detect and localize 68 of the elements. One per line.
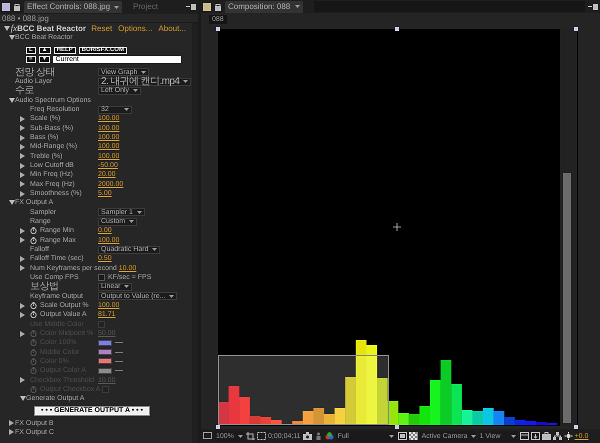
crop-icon[interactable] [246,432,255,440]
twirl-down-icon[interactable] [4,26,10,32]
dropdown-caret-icon [388,434,394,438]
twirl-right-icon[interactable] [9,420,14,426]
dropdown-caret-icon[interactable] [295,5,300,8]
bounds-handle[interactable] [574,425,578,429]
monitor-icon[interactable] [203,432,212,440]
flowchart-icon[interactable] [552,432,562,440]
dropdown-caret-icon [471,434,476,438]
stopwatch-icon[interactable] [30,302,37,310]
effect-link[interactable]: Reset [91,22,112,35]
property-label: 전망 상태 [15,68,55,77]
bounds-handle[interactable] [216,425,220,429]
lock-icon[interactable] [214,2,222,10]
checkbox[interactable] [98,274,105,282]
dropdown-caret-icon [133,89,138,92]
twirl-right-icon[interactable] [9,429,14,436]
dropdown-caret-icon [152,248,158,252]
scrollbar[interactable] [192,23,198,443]
mask-icon[interactable] [257,432,266,440]
panel-icon [203,2,211,10]
effect-link[interactable]: Options... [118,22,152,35]
layer-breadcrumb: 088 • 088.jpg [2,14,49,22]
property-label: 보상법 [30,282,58,292]
panel-icon [2,3,10,11]
layout-icon[interactable] [520,432,529,440]
region-icon[interactable] [398,432,407,440]
bounds-handle[interactable] [216,27,220,31]
panel-menu-icon[interactable] [186,4,196,10]
checkerboard-icon[interactable] [408,432,418,440]
dropdown-caret-icon[interactable] [114,6,120,8]
dropdown-caret-icon [169,294,174,298]
stopwatch-icon[interactable] [30,227,37,234]
stopwatch-icon[interactable] [30,311,37,318]
effect-name: BCC Beat Reactor [17,23,88,34]
dropdown[interactable]: 2. 내귀에 캔디.mp4 [98,78,192,86]
panel-tab[interactable]: Effect Controls: 088.jpg [24,1,122,13]
effect-link[interactable]: About... [158,22,186,35]
dropdown-caret-icon [136,210,142,214]
twirl-right-icon[interactable] [20,330,25,336]
exposure-sun-icon[interactable] [564,432,573,440]
camera-icon[interactable] [302,432,312,440]
anchor-crosshair-icon[interactable] [392,222,402,232]
bounds-handle[interactable] [574,27,578,31]
briefcase-icon[interactable] [542,432,551,440]
stopwatch-icon[interactable] [30,236,37,244]
property-label: 수로 [15,86,34,96]
dropdown-caret-icon [238,434,243,438]
bounds-handle[interactable] [395,425,399,429]
dropdown-caret-icon [183,80,188,84]
export-icon[interactable] [530,432,540,440]
lock-icon[interactable] [13,3,21,11]
dropdown-caret-icon [129,220,134,224]
dropdown-caret-icon [510,434,516,438]
color-channels-icon[interactable] [324,432,334,440]
panel-menu-icon[interactable] [588,4,598,10]
twirl-down-icon[interactable] [9,98,15,103]
dropdown-caret-icon [124,108,129,112]
twirl-down-icon[interactable] [20,396,26,402]
fx-label: fx [10,22,18,34]
dropdown-caret-icon [141,70,146,74]
person-icon[interactable] [314,432,323,440]
panel-tab[interactable]: Composition: 088 [225,0,304,12]
bounds-handle[interactable] [395,27,399,31]
twirl-down-icon[interactable] [9,35,15,40]
twirl-right-icon[interactable] [20,377,25,384]
twirl-down-icon[interactable] [9,200,15,206]
dropdown-caret-icon [124,285,130,288]
